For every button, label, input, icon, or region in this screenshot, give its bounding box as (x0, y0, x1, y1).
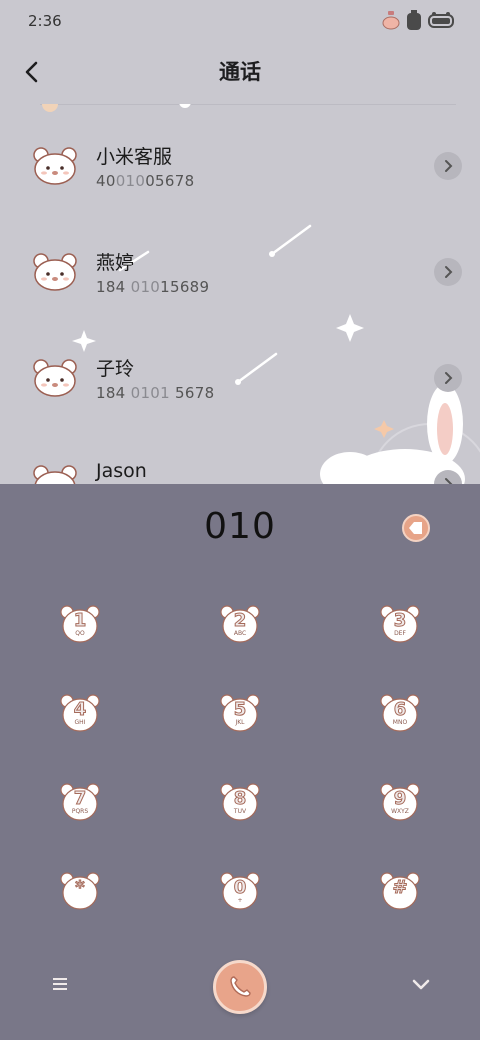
key-letters: MNO (392, 719, 408, 726)
contact-name: Jason (96, 460, 147, 482)
contact-row[interactable]: 小米客服 4001005678 (0, 112, 480, 218)
key-letters: TUV (233, 808, 247, 815)
key-letters: JKL (235, 719, 245, 726)
contact-name: 小米客服 (96, 146, 173, 168)
key-letters: + (237, 897, 243, 904)
key-digit: 0 (233, 877, 247, 899)
key-digit: 8 (233, 788, 247, 810)
backspace-button[interactable] (402, 514, 430, 542)
avatar (32, 358, 78, 398)
menu-button[interactable] (48, 972, 72, 996)
key-letters: GHI (74, 719, 86, 726)
key-digit: * (75, 877, 85, 899)
contact-number: 4001005678 (96, 172, 195, 190)
contact-detail-button[interactable] (434, 470, 462, 484)
dial-key[interactable]: 7 PQRS (60, 782, 100, 822)
key-digit: 6 (393, 699, 407, 721)
contact-row[interactable]: Jason (0, 430, 480, 484)
battery-bottle-icon (407, 10, 421, 30)
key-letters: QO (75, 630, 85, 637)
perfume-icon (382, 11, 400, 30)
dial-key[interactable]: * (60, 871, 100, 911)
dial-key[interactable]: 4 GHI (60, 693, 100, 733)
dial-key[interactable]: # (380, 871, 420, 911)
avatar (32, 464, 78, 484)
header: 通话 (0, 44, 480, 104)
key-digit: 9 (393, 788, 407, 810)
contact-detail-button[interactable] (434, 364, 462, 392)
bear-avatar-icon (33, 359, 77, 397)
dial-key[interactable]: 5 JKL (220, 693, 260, 733)
key-letters: WXYZ (391, 808, 409, 815)
key-digit: 2 (233, 610, 247, 632)
dial-key[interactable]: 3 DEF (380, 604, 420, 644)
bear-avatar-icon (33, 465, 77, 484)
key-digit: 4 (73, 699, 87, 721)
chevron-right-icon (445, 478, 453, 484)
key-digit: 5 (233, 699, 247, 721)
key-digit: 7 (73, 788, 87, 810)
contact-detail-button[interactable] (434, 152, 462, 180)
contact-name: 子玲 (96, 358, 135, 380)
avatar (32, 146, 78, 186)
key-digit: 1 (73, 610, 87, 632)
key-digit: 3 (393, 610, 407, 632)
contact-list: 小米客服 4001005678 燕婷 184 01015689 子玲 184 0… (0, 104, 480, 484)
collapse-keypad-button[interactable] (409, 972, 433, 996)
status-bar: 2:36 (0, 0, 480, 44)
dial-key[interactable]: 9 WXYZ (380, 782, 420, 822)
call-button[interactable] (213, 960, 267, 1014)
dial-key[interactable]: 0 + (220, 871, 260, 911)
chevron-right-icon (445, 160, 453, 172)
dial-panel: 010 1 QO 2 ABC 3 DEF 4 GHI 5 JKL 6 MNO 7… (0, 484, 480, 1040)
page-title: 通话 (219, 60, 261, 84)
contact-detail-button[interactable] (434, 258, 462, 286)
contact-name: 燕婷 (96, 252, 135, 274)
battery-icon (428, 12, 454, 28)
chevron-right-icon (445, 372, 453, 384)
key-letters: DEF (394, 630, 406, 637)
contact-row[interactable]: 子玲 184 0101 5678 (0, 324, 480, 430)
dial-key[interactable]: 1 QO (60, 604, 100, 644)
contact-number: 184 0101 5678 (96, 384, 215, 402)
dial-key[interactable]: 2 ABC (220, 604, 260, 644)
bear-avatar-icon (33, 253, 77, 291)
contact-row[interactable]: 燕婷 184 01015689 (0, 218, 480, 324)
bear-avatar-icon (33, 147, 77, 185)
avatar (32, 252, 78, 292)
dial-key[interactable]: 6 MNO (380, 693, 420, 733)
key-digit: # (392, 877, 408, 899)
backspace-icon (409, 522, 422, 534)
contact-number: 184 01015689 (96, 278, 210, 296)
dial-key[interactable]: 8 TUV (220, 782, 260, 822)
phone-icon (230, 976, 251, 997)
key-letters: ABC (233, 630, 247, 637)
status-time: 2:36 (28, 12, 62, 30)
chevron-right-icon (445, 266, 453, 278)
key-letters: PQRS (71, 808, 89, 815)
